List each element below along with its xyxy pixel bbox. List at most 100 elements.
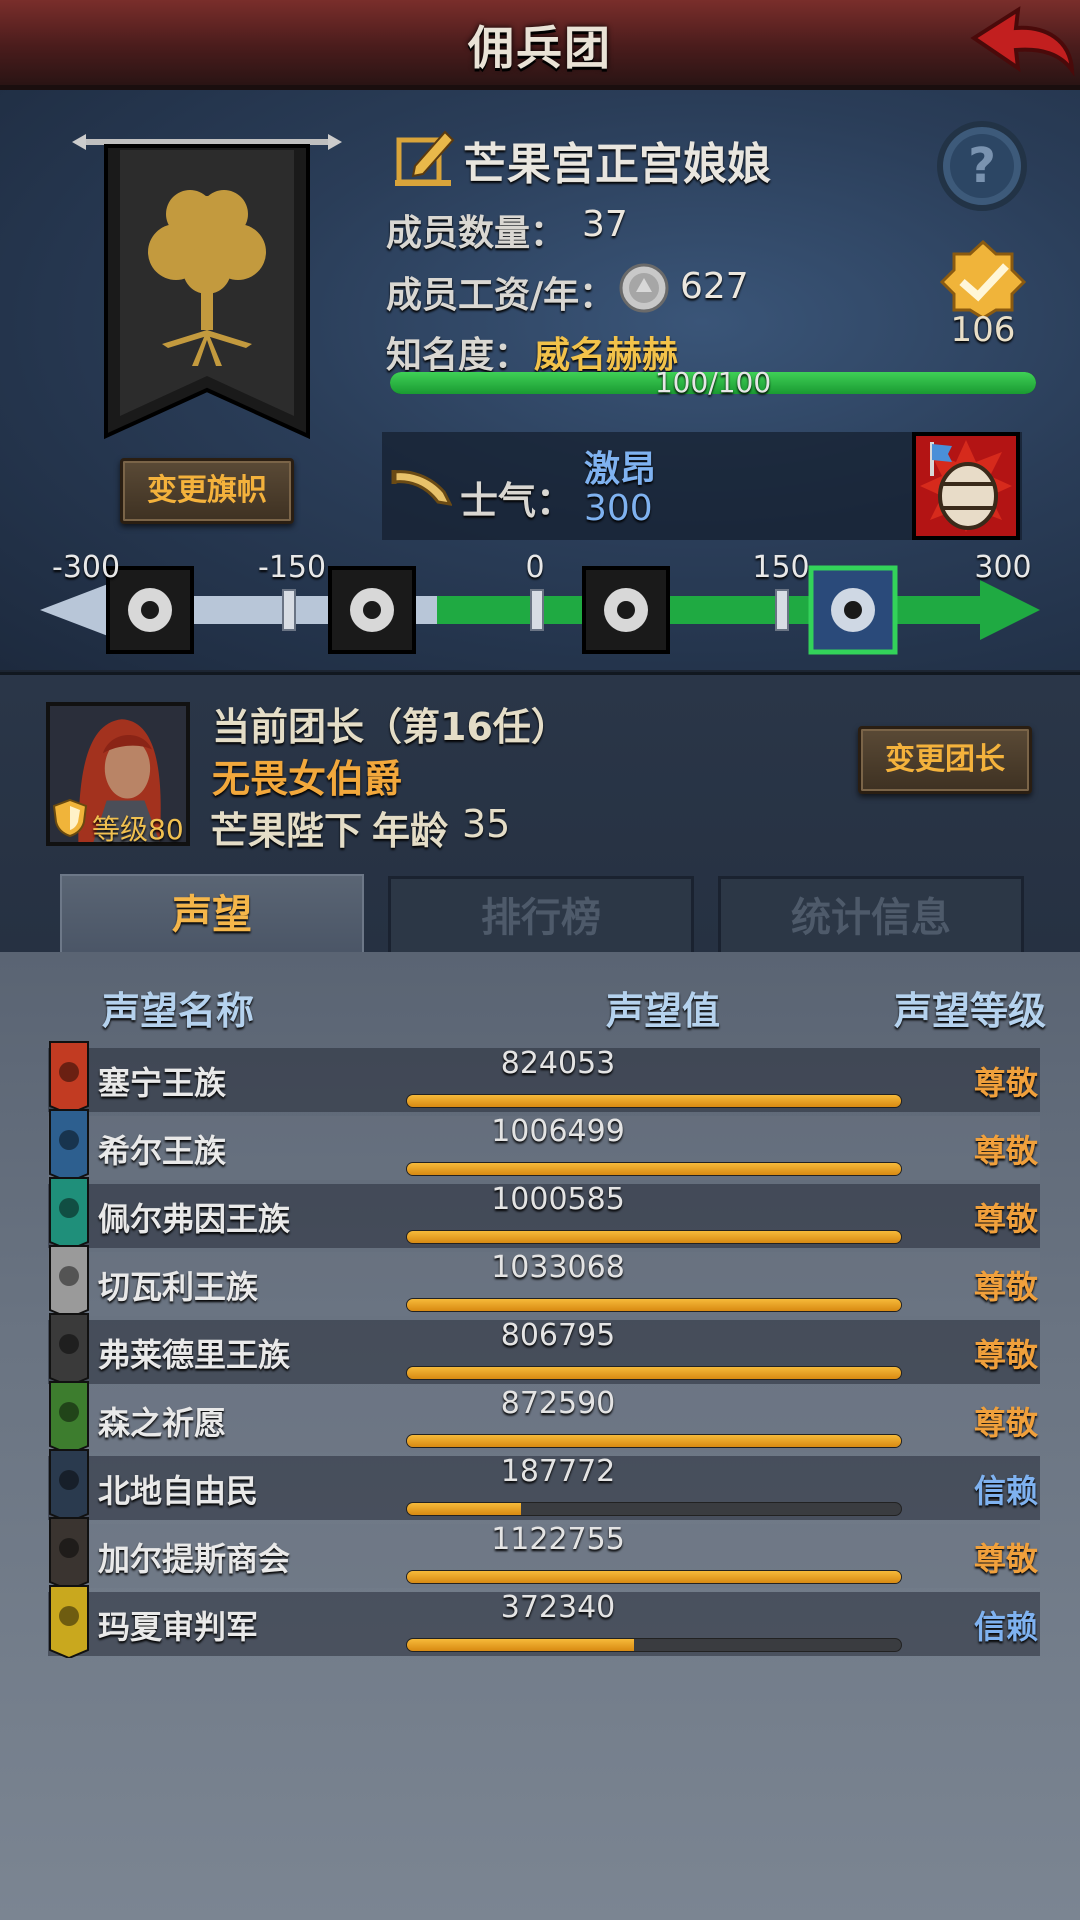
morale-tick-label: 150 xyxy=(752,550,810,585)
reputation-row[interactable]: 塞宁王族 824053 尊敬 xyxy=(48,1041,1040,1114)
reputation-bar-fill xyxy=(407,1095,901,1107)
scale-marker xyxy=(775,589,789,631)
scale-right-arrow xyxy=(980,580,1040,640)
faction-name: 加尔提斯商会 xyxy=(98,1540,291,1578)
reputation-value: 806795 xyxy=(500,1318,616,1353)
eye-madness-icon[interactable] xyxy=(106,566,194,654)
edit-icon[interactable] xyxy=(395,126,457,188)
rank-value: 106 xyxy=(950,310,1016,350)
morale-state: 激昂 xyxy=(584,449,657,490)
scale-left-arrow xyxy=(40,584,108,636)
faction-emblem-icon xyxy=(49,1449,89,1522)
morale-tick-label: -300 xyxy=(52,550,121,585)
reputation-row[interactable]: 切瓦利王族 1033068 尊敬 xyxy=(48,1245,1040,1318)
reputation-level: 尊敬 xyxy=(974,1132,1039,1170)
reputation-level: 尊敬 xyxy=(974,1200,1039,1238)
reputation-row[interactable]: 佩尔弗因王族 1000585 尊敬 xyxy=(48,1177,1040,1250)
reputation-value: 1000585 xyxy=(491,1182,625,1217)
tab-statistics[interactable]: 统计信息 xyxy=(718,876,1024,956)
salary-value: 627 xyxy=(680,266,749,307)
reputation-bar xyxy=(406,1638,902,1652)
faction-name: 佩尔弗因王族 xyxy=(98,1200,291,1238)
reputation-value: 372340 xyxy=(500,1590,616,1625)
reputation-row[interactable]: 希尔王族 1006499 尊敬 xyxy=(48,1109,1040,1182)
reputation-value: 1033068 xyxy=(491,1250,625,1285)
reputation-bar xyxy=(406,1094,902,1108)
reputation-level: 尊敬 xyxy=(974,1268,1039,1306)
reputation-bar xyxy=(406,1162,902,1176)
faction-name: 希尔王族 xyxy=(98,1132,227,1170)
scale-marker xyxy=(282,589,296,631)
leader-age-label: 年龄 xyxy=(372,809,449,853)
reputation-row[interactable]: 加尔提斯商会 1122755 尊敬 xyxy=(48,1517,1040,1590)
morale-scale: -300 -150 0 150 300 xyxy=(40,550,1040,666)
faction-name: 切瓦利王族 xyxy=(98,1268,259,1306)
faction-emblem-icon xyxy=(49,1245,89,1318)
scale-positive-track xyxy=(437,596,980,624)
leader-level: 等级80 xyxy=(92,813,184,846)
salary-label: 成员工资/年： xyxy=(386,275,616,316)
reputation-row[interactable]: 北地自由民 187772 信赖 xyxy=(48,1449,1040,1522)
members-value: 37 xyxy=(582,204,628,245)
fame-progress-text: 100/100 xyxy=(654,366,772,399)
morale-tick-label: 0 xyxy=(525,550,545,585)
change-leader-button[interactable]: 变更团长 xyxy=(858,726,1032,794)
reputation-level: 尊敬 xyxy=(974,1064,1039,1102)
reputation-value: 187772 xyxy=(500,1454,616,1489)
reputation-bar-fill xyxy=(407,1299,901,1311)
column-header-value: 声望值 xyxy=(606,989,721,1033)
faction-emblem-icon xyxy=(49,1381,89,1454)
reputation-bar xyxy=(406,1502,902,1516)
page-title: 佣兵团 xyxy=(468,21,612,75)
reputation-row[interactable]: 森之祈愿 872590 尊敬 xyxy=(48,1381,1040,1454)
leader-name: 无畏女伯爵 xyxy=(212,757,403,801)
column-header-level: 声望等级 xyxy=(894,989,1047,1033)
faction-name: 玛夏审判军 xyxy=(98,1608,259,1646)
reputation-value: 1122755 xyxy=(491,1522,625,1557)
despair-icon[interactable] xyxy=(328,566,416,654)
rank-medal-icon[interactable] xyxy=(934,240,1032,320)
reputation-bar-fill xyxy=(407,1367,901,1379)
reputation-level: 尊敬 xyxy=(974,1336,1039,1374)
reputation-row[interactable]: 玛夏审判军 372340 信赖 xyxy=(48,1585,1040,1658)
reputation-bar-fill xyxy=(407,1231,901,1243)
reputation-bar xyxy=(406,1230,902,1244)
horn-icon xyxy=(391,470,452,506)
faction-emblem-icon xyxy=(49,1177,89,1250)
morale-value: 300 xyxy=(584,488,653,529)
shield-icon xyxy=(52,798,88,838)
scale-marker xyxy=(530,589,544,631)
tab-reputation[interactable]: 声望 xyxy=(60,874,364,956)
calm-icon[interactable] xyxy=(582,566,670,654)
reputation-bar xyxy=(406,1366,902,1380)
reputation-bar-fill xyxy=(407,1163,901,1175)
morale-label: 士气： xyxy=(460,479,575,523)
faction-name: 北地自由民 xyxy=(98,1472,259,1510)
reputation-bar-fill xyxy=(407,1435,901,1447)
barrel-icon[interactable] xyxy=(912,432,1020,540)
faction-emblem-icon xyxy=(49,1041,89,1114)
change-flag-button[interactable]: 变更旗帜 xyxy=(120,458,294,524)
reputation-bar-fill xyxy=(407,1571,901,1583)
column-header-name: 声望名称 xyxy=(102,989,255,1033)
reputation-bar xyxy=(406,1570,902,1584)
reputation-row[interactable]: 弗莱德里王族 806795 尊敬 xyxy=(48,1313,1040,1386)
members-label: 成员数量： xyxy=(386,213,567,254)
reputation-bar xyxy=(406,1434,902,1448)
help-icon[interactable]: ? xyxy=(936,120,1028,212)
reputation-bar-fill xyxy=(407,1503,521,1515)
reputation-level: 信赖 xyxy=(974,1608,1039,1646)
reputation-value: 872590 xyxy=(500,1386,616,1421)
faction-emblem-icon xyxy=(49,1109,89,1182)
back-arrow-icon[interactable] xyxy=(966,4,1078,86)
rally-banner-icon[interactable] xyxy=(808,565,898,655)
tab-ranking[interactable]: 排行榜 xyxy=(388,876,694,956)
reputation-level: 信赖 xyxy=(974,1472,1039,1510)
reputation-value: 824053 xyxy=(500,1046,616,1081)
reputation-value: 1006499 xyxy=(491,1114,625,1149)
faction-name: 弗莱德里王族 xyxy=(98,1336,291,1374)
silver-coin-icon xyxy=(619,263,669,313)
guild-banner xyxy=(72,134,342,440)
faction-emblem-icon xyxy=(49,1517,89,1590)
morale-tick-label: 300 xyxy=(974,550,1032,585)
